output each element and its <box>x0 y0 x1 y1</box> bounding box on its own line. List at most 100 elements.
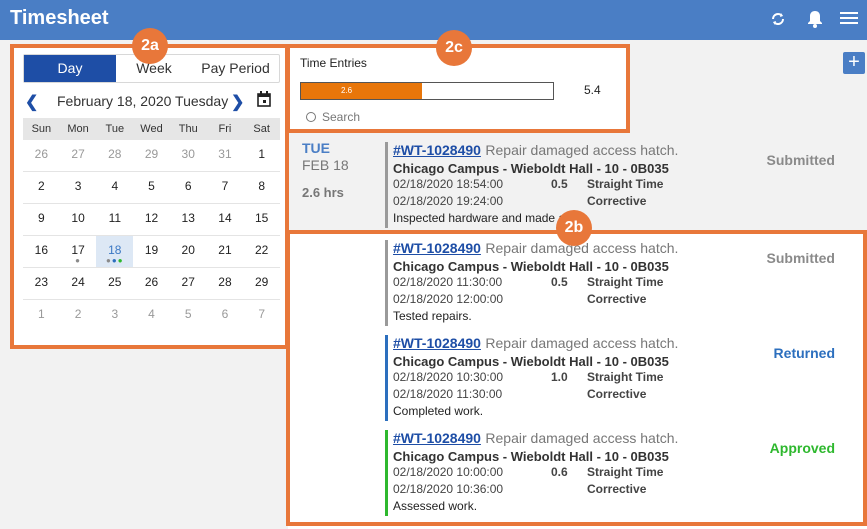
hours-progress-label: 2.6 <box>341 86 353 95</box>
calendar-day[interactable]: 21 <box>207 236 244 267</box>
entry-dots: ●●● <box>106 256 124 265</box>
calendar-day[interactable]: 1 <box>23 300 60 332</box>
day-date: FEB 18 <box>302 157 349 173</box>
time-entry[interactable]: #WT-1028490 Repair damaged access hatch.… <box>385 430 845 516</box>
status-badge: Approved <box>769 440 835 456</box>
calendar-day[interactable]: 3 <box>60 172 97 203</box>
entry-category: Corrective <box>587 194 647 208</box>
entry-description: Repair damaged access hatch. <box>485 430 679 446</box>
calendar-day[interactable]: 19 <box>133 236 170 267</box>
calendar-day[interactable]: 2 <box>60 300 97 332</box>
calendar-day[interactable]: 28 <box>207 268 244 299</box>
entry-start: 02/18/2020 11:30:00 <box>393 275 503 289</box>
entry-description: Repair damaged access hatch. <box>485 335 679 351</box>
calendar-day[interactable]: 26 <box>133 268 170 299</box>
calendar-day[interactable]: 6 <box>207 300 244 332</box>
calendar-day[interactable]: 1 <box>243 140 280 171</box>
calendar-day[interactable]: 4 <box>133 300 170 332</box>
calendar-day[interactable]: 5 <box>133 172 170 203</box>
calendar-day[interactable]: 30 <box>170 140 207 171</box>
calendar-day[interactable]: 3 <box>96 300 133 332</box>
calendar-day[interactable]: 26 <box>23 140 60 171</box>
entry-row: 02/18/2020 10:00:00 0.6 Straight Time <box>393 464 845 481</box>
day-number: 19 <box>144 243 159 257</box>
day-number: 22 <box>254 243 269 257</box>
entry-note: Assessed work. <box>393 499 478 513</box>
menu-icon[interactable] <box>839 10 859 30</box>
entry-dots: ● <box>75 256 81 265</box>
time-entry[interactable]: #WT-1028490 Repair damaged access hatch.… <box>385 335 845 421</box>
calendar-day[interactable]: 8 <box>243 172 280 203</box>
calendar-day[interactable]: 22 <box>243 236 280 267</box>
calendar-day[interactable]: 29 <box>133 140 170 171</box>
calendar-day[interactable]: 29 <box>243 268 280 299</box>
calendar-day[interactable]: 12 <box>133 204 170 235</box>
chevron-right-icon[interactable]: ❯ <box>231 92 244 112</box>
calendar-day-selected[interactable]: 18 ●●● <box>96 236 134 267</box>
date-navigator: ❮ February 18, 2020 Tuesday ❯ <box>23 91 280 112</box>
add-entry-button[interactable]: + <box>843 52 865 74</box>
work-order-link[interactable]: #WT-1028490 <box>393 142 481 158</box>
entry-type: Straight Time <box>587 370 664 384</box>
time-entry[interactable]: #WT-1028490 Repair damaged access hatch.… <box>385 142 845 228</box>
bell-icon[interactable] <box>805 10 825 30</box>
day-number: 16 <box>34 243 49 257</box>
calendar-day[interactable]: 28 <box>96 140 133 171</box>
entry-end: 02/18/2020 11:30:00 <box>393 387 503 401</box>
timesheet-app: Timesheet Day Week Pay Period ❮ February… <box>0 0 867 529</box>
weekday-label: Wed <box>140 123 163 135</box>
calendar-day[interactable]: 10 <box>60 204 97 235</box>
tab-day[interactable]: Day <box>24 55 116 82</box>
calendar-week: 2 3 4 5 6 7 8 <box>23 172 280 204</box>
entry-type: Straight Time <box>587 177 664 191</box>
search-input[interactable]: Search <box>306 110 360 124</box>
entry-status-bar <box>385 335 388 421</box>
calendar-day[interactable]: 31 <box>207 140 244 171</box>
calendar-day[interactable]: 23 <box>23 268 60 299</box>
page-title: Timesheet <box>10 7 109 29</box>
calendar-day[interactable]: 4 <box>96 172 133 203</box>
calendar-day[interactable]: 7 <box>243 300 280 332</box>
sync-icon[interactable] <box>768 10 788 30</box>
work-order-link[interactable]: #WT-1028490 <box>393 335 481 351</box>
entry-row: 02/18/2020 12:00:00 Corrective <box>393 291 845 308</box>
weekday-label: Fri <box>218 123 232 135</box>
calendar-day[interactable]: 27 <box>170 268 207 299</box>
calendar-day[interactable]: 11 <box>96 204 133 235</box>
entry-row: 02/18/2020 10:36:00 Corrective <box>393 481 845 498</box>
entry-note: Completed work. <box>393 404 484 418</box>
tab-pay-period[interactable]: Pay Period <box>192 55 279 82</box>
calendar-day[interactable]: 6 <box>170 172 207 203</box>
day-hours: 2.6 hrs <box>302 185 344 200</box>
day-number: 17 <box>71 243 85 257</box>
calendar-day[interactable]: 25 <box>96 268 133 299</box>
entry-hours: 0.6 <box>551 465 568 479</box>
day-number: 20 <box>181 243 195 257</box>
entry-row: 02/18/2020 19:24:00 Corrective <box>393 193 845 210</box>
calendar-day[interactable]: 17 ● <box>60 236 97 267</box>
work-order-link[interactable]: #WT-1028490 <box>393 240 481 256</box>
calendar-day[interactable]: 2 <box>23 172 60 203</box>
time-entry[interactable]: #WT-1028490 Repair damaged access hatch.… <box>385 240 845 326</box>
entry-row: 02/18/2020 11:30:00 0.5 Straight Time <box>393 274 845 291</box>
calendar-day[interactable]: 15 <box>243 204 280 235</box>
calendar-day[interactable]: 7 <box>207 172 244 203</box>
work-order-link[interactable]: #WT-1028490 <box>393 430 481 446</box>
entry-hours: 1.0 <box>551 370 568 384</box>
weekday-label: Sat <box>253 123 270 135</box>
calendar-day[interactable]: 27 <box>60 140 97 171</box>
entry-status-bar <box>385 142 388 228</box>
calendar-day[interactable]: 13 <box>170 204 207 235</box>
calendar-day[interactable]: 20 <box>170 236 207 267</box>
weekday-label: Thu <box>178 123 198 135</box>
calendar-day[interactable]: 9 <box>23 204 60 235</box>
calendar-day[interactable]: 5 <box>170 300 207 332</box>
calendar-icon[interactable] <box>257 91 271 107</box>
calendar-day[interactable]: 24 <box>60 268 97 299</box>
calendar-day[interactable]: 16 <box>23 236 60 267</box>
entry-description: Repair damaged access hatch. <box>485 142 679 158</box>
day-entries: TUE FEB 18 2.6 hrs #WT-1028490 Repair da… <box>288 132 867 529</box>
calendar-day[interactable]: 14 <box>207 204 244 235</box>
chevron-left-icon[interactable]: ❮ <box>25 92 38 112</box>
calendar-week: 1 2 3 4 5 6 7 <box>23 300 280 332</box>
